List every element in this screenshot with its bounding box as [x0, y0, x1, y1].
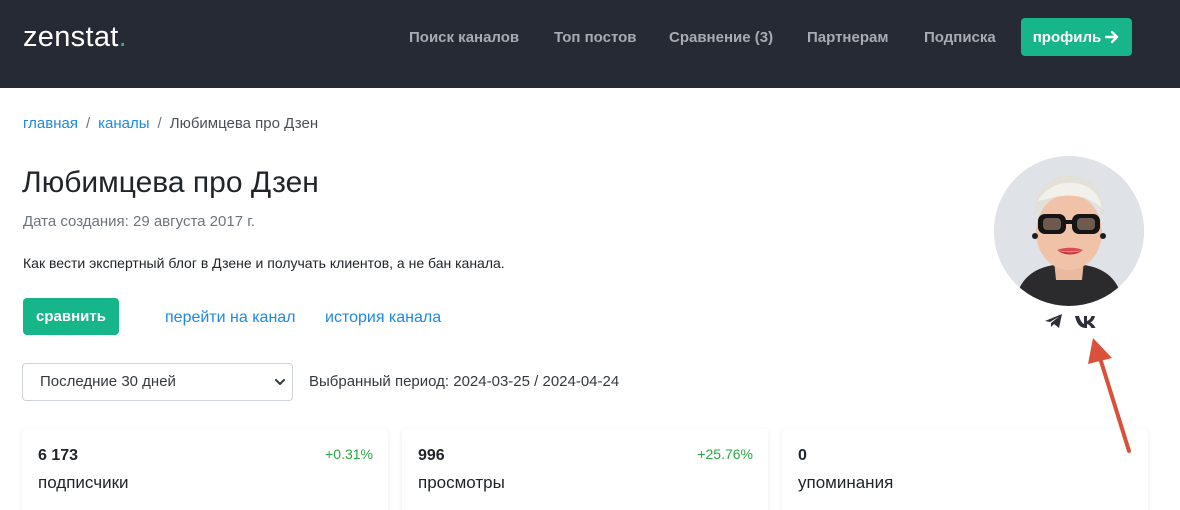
- avatar: [994, 156, 1144, 306]
- breadcrumb-home[interactable]: главная: [23, 115, 78, 132]
- top-navbar: zenstat. Поиск каналов Топ постов Сравне…: [0, 0, 1180, 88]
- breadcrumb: главная / каналы / Любимцева про Дзен: [23, 115, 318, 132]
- annotation-arrow-icon: [1088, 338, 1131, 453]
- period-select-value: Последние 30 дней: [40, 373, 176, 390]
- breadcrumb-channels[interactable]: каналы: [98, 115, 149, 132]
- nav-top-posts[interactable]: Топ постов: [554, 29, 637, 46]
- breadcrumb-separator: /: [157, 115, 162, 132]
- compare-button[interactable]: сравнить: [23, 298, 119, 335]
- creation-date: Дата создания: 29 августа 2017 г.: [23, 213, 256, 230]
- goto-channel-link[interactable]: перейти на канал: [165, 309, 296, 327]
- profile-button[interactable]: профиль: [1021, 18, 1132, 56]
- stat-value: 0: [798, 447, 807, 464]
- channel-history-link[interactable]: история канала: [325, 309, 441, 327]
- nav-subscription[interactable]: Подписка: [924, 29, 996, 46]
- chevron-down-icon: [275, 379, 285, 385]
- stat-value: 996: [418, 447, 445, 464]
- arrow-right-icon: [1105, 30, 1119, 44]
- logo[interactable]: zenstat.: [23, 21, 127, 54]
- stat-delta: +0.31%: [325, 446, 373, 462]
- nav-channel-search[interactable]: Поиск каналов: [409, 29, 519, 46]
- vk-icon[interactable]: [1074, 311, 1098, 331]
- stat-card-subscribers: 6 173 подписчики +0.31%: [22, 429, 388, 510]
- stat-label: упоминания: [798, 473, 894, 492]
- page-title: Любимцева про Дзен: [22, 166, 319, 199]
- period-select[interactable]: Последние 30 дней: [22, 363, 293, 401]
- stat-label: просмотры: [418, 473, 505, 492]
- telegram-icon[interactable]: [1043, 311, 1065, 331]
- stat-label: подписчики: [38, 473, 129, 492]
- profile-label: профиль: [1032, 28, 1102, 46]
- nav-partners[interactable]: Партнерам: [807, 29, 888, 46]
- selected-period-label: Выбранный период: 2024-03-25 / 2024-04-2…: [309, 373, 620, 390]
- nav-comparison[interactable]: Сравнение (3): [669, 29, 773, 46]
- stat-card-views: 996 просмотры +25.76%: [402, 429, 768, 510]
- stat-delta: +25.76%: [697, 446, 753, 462]
- breadcrumb-current: Любимцева про Дзен: [169, 115, 319, 132]
- breadcrumb-separator: /: [85, 115, 91, 132]
- channel-description: Как вести экспертный блог в Дзене и полу…: [23, 255, 505, 271]
- stat-value: 6 173: [38, 447, 79, 464]
